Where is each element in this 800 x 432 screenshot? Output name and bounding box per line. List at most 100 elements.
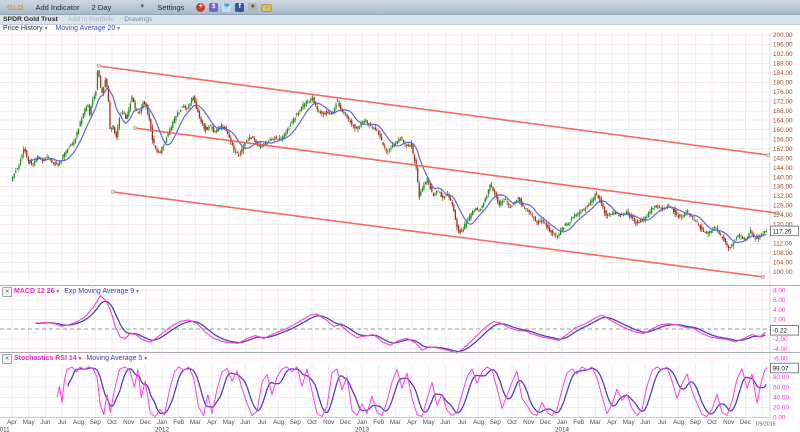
chevron-down-icon[interactable]: ▾ <box>56 289 59 295</box>
svg-text:Feb: Feb <box>373 419 384 426</box>
svg-text:124.00: 124.00 <box>773 212 793 219</box>
ema9-dropdown[interactable]: Exp Moving Average 9 <box>64 288 134 295</box>
svg-text:60.00: 60.00 <box>773 384 789 391</box>
svg-text:Aug: Aug <box>273 419 285 426</box>
chevron-down-icon[interactable]: ▾ <box>144 356 147 362</box>
svg-text:140.00: 140.00 <box>773 174 793 181</box>
stoch-dropdown[interactable]: Stochastics RSI 14 <box>14 355 77 362</box>
svg-text:156.00: 156.00 <box>773 136 793 143</box>
svg-text:Dec: Dec <box>140 419 151 426</box>
chart-canvas[interactable]: 200.00 196.00 192.00 188.00 184.00 180.00 176.… <box>0 0 800 432</box>
svg-text:Oct: Oct <box>307 419 317 426</box>
stocktwits-icon[interactable]: $ <box>209 2 219 12</box>
svg-text:8.00: 8.00 <box>773 287 786 294</box>
svg-text:117.26: 117.26 <box>773 228 793 235</box>
charting-app-window: 200.00 196.00 192.00 188.00 184.00 180.00 176.… <box>0 0 800 432</box>
close-icon[interactable]: ✕ <box>2 353 12 364</box>
svg-text:Dec: Dec <box>540 419 551 426</box>
period-dropdown[interactable]: 2 Day <box>92 3 112 12</box>
svg-text:Jun: Jun <box>440 419 451 426</box>
ma5-dropdown[interactable]: Moving Average 5 <box>86 355 142 362</box>
instrument-name: SPDR Gold Trust <box>3 16 58 23</box>
facebook-icon[interactable]: f <box>235 2 245 12</box>
panel-divider[interactable] <box>0 285 800 286</box>
panel-divider[interactable] <box>0 352 800 353</box>
svg-text:2012: 2012 <box>155 426 170 432</box>
last-price-box: 117.26 <box>770 225 799 237</box>
svg-text:Jul: Jul <box>58 419 66 426</box>
svg-text:Feb: Feb <box>173 419 184 426</box>
svg-text:-0.22: -0.22 <box>773 328 788 335</box>
svg-text:Jan: Jan <box>157 419 168 426</box>
svg-text:Jun: Jun <box>240 419 251 426</box>
add-to-portfolio-link[interactable]: Add to Portfolio <box>68 16 114 23</box>
chevron-down-icon[interactable]: ▾ <box>45 26 48 32</box>
email-icon[interactable]: ▾ <box>261 3 273 12</box>
svg-text:Nov: Nov <box>523 419 535 426</box>
svg-text:Jul: Jul <box>658 419 666 426</box>
svg-text:Jun: Jun <box>640 419 651 426</box>
svg-text:Sep: Sep <box>490 419 502 426</box>
svg-text:Apr: Apr <box>607 419 617 426</box>
svg-text:196.00: 196.00 <box>773 42 793 49</box>
svg-text:Apr: Apr <box>7 419 17 426</box>
ma20-dropdown[interactable]: Moving Average 20 <box>55 25 115 32</box>
svg-text:Nov: Nov <box>123 419 135 426</box>
trend-channel-lines[interactable] <box>96 64 779 279</box>
svg-text:4.00: 4.00 <box>773 307 786 314</box>
macd-dropdown[interactable]: MACD 12 26 <box>14 288 54 295</box>
svg-text:Oct: Oct <box>707 419 717 426</box>
svg-text:Apr: Apr <box>407 419 417 426</box>
svg-text:Aug: Aug <box>473 419 485 426</box>
add-indicator-button[interactable]: Add Indicator <box>35 3 79 12</box>
svg-text:80.00: 80.00 <box>773 374 789 381</box>
svg-text:1/9/2015: 1/9/2015 <box>755 422 776 428</box>
symbol-tab[interactable]: GLD <box>7 3 23 12</box>
svg-text:Nov: Nov <box>323 419 335 426</box>
svg-text:136.00: 136.00 <box>773 184 793 191</box>
svg-text:20.00: 20.00 <box>773 405 789 412</box>
chevron-down-icon[interactable]: ▼ <box>139 4 145 10</box>
social-icon-group: + $ ❤ f ● ▾ <box>196 2 273 12</box>
svg-text:Jun: Jun <box>40 419 51 426</box>
svg-text:112.00: 112.00 <box>773 241 793 248</box>
svg-text:Aug: Aug <box>73 419 85 426</box>
svg-text:Mar: Mar <box>390 419 401 426</box>
svg-text:Sep: Sep <box>690 419 702 426</box>
settings-button[interactable]: Settings <box>157 3 184 12</box>
toolbar: GLD Add Indicator 2 Day ▼ Settings + $ ❤… <box>0 0 800 15</box>
svg-text:Sep: Sep <box>290 419 302 426</box>
close-icon[interactable]: ✕ <box>2 286 12 297</box>
svg-text:180.00: 180.00 <box>773 80 793 87</box>
chevron-down-icon[interactable]: ▾ <box>117 26 120 32</box>
share-icon[interactable]: + <box>196 2 206 12</box>
drawings-menu[interactable]: Drawings <box>124 16 152 23</box>
svg-text:148.00: 148.00 <box>773 155 793 162</box>
svg-text:164.00: 164.00 <box>773 117 793 124</box>
svg-text:2013: 2013 <box>355 426 370 432</box>
svg-text:144.00: 144.00 <box>773 165 793 172</box>
svg-text:192.00: 192.00 <box>773 51 793 58</box>
svg-text:2011: 2011 <box>0 426 10 432</box>
svg-text:Oct: Oct <box>107 419 117 426</box>
svg-text:168.00: 168.00 <box>773 108 793 115</box>
svg-text:May: May <box>223 419 236 426</box>
svg-text:6.00: 6.00 <box>773 297 786 304</box>
svg-text:2014: 2014 <box>555 426 570 432</box>
snapshot-icon[interactable]: ● <box>248 2 258 12</box>
svg-text:May: May <box>423 419 436 426</box>
twitter-icon[interactable]: ❤ <box>222 2 232 12</box>
svg-text:100.00: 100.00 <box>773 269 793 276</box>
chevron-down-icon[interactable]: ▾ <box>136 289 139 295</box>
svg-text:128.00: 128.00 <box>773 203 793 210</box>
svg-text:172.00: 172.00 <box>773 98 793 105</box>
svg-text:Aug: Aug <box>673 419 685 426</box>
svg-text:May: May <box>623 419 636 426</box>
svg-text:188.00: 188.00 <box>773 61 793 68</box>
price-history-dropdown[interactable]: Price History <box>3 25 43 32</box>
svg-text:Oct: Oct <box>507 419 517 426</box>
svg-text:152.00: 152.00 <box>773 146 793 153</box>
svg-text:Jul: Jul <box>458 419 466 426</box>
svg-text:Mar: Mar <box>190 419 201 426</box>
chevron-down-icon[interactable]: ▾ <box>79 356 82 362</box>
